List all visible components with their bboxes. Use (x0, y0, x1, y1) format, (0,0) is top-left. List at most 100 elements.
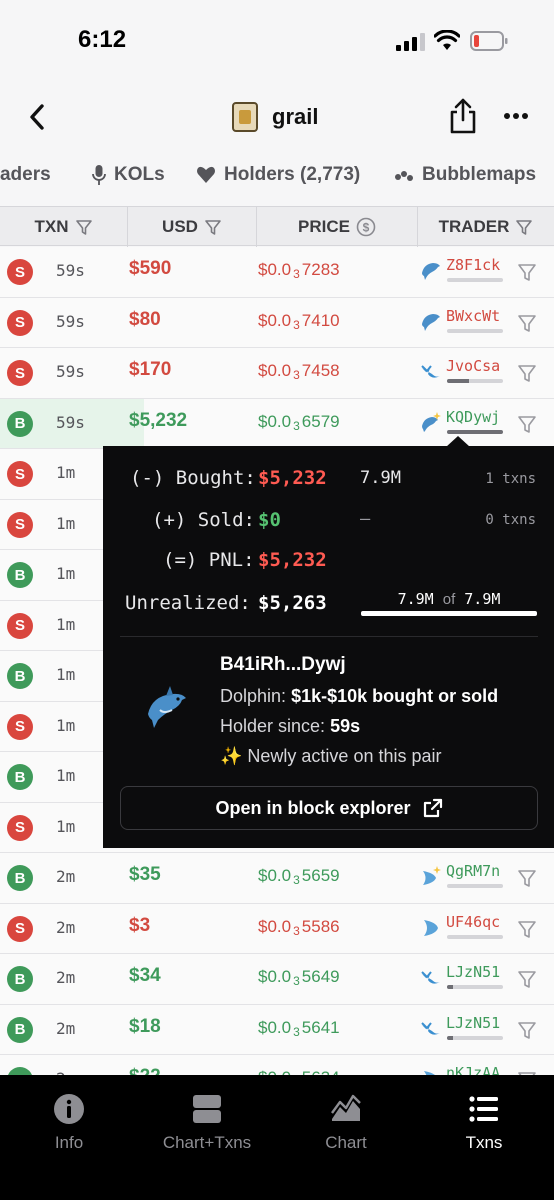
more-options-button[interactable] (500, 106, 532, 126)
filter-icon[interactable] (204, 218, 222, 236)
filter-icon[interactable] (516, 413, 538, 435)
age: 2m (56, 968, 76, 987)
usd-value: $3 (129, 914, 151, 936)
trader-id[interactable]: nKJzAA (446, 1064, 500, 1075)
price-digits: 5641 (301, 1017, 340, 1037)
pnl-label: (=) PNL: (163, 549, 255, 571)
table-row[interactable]: S 2m $3 $0.0 3 5586 UF46qc (0, 903, 554, 954)
table-row[interactable]: S 59s $80 $0.0 3 7410 BWxcWt (0, 297, 554, 348)
age: 1m (56, 715, 76, 735)
column-label: TXN (34, 217, 69, 236)
dolphin-icon (422, 313, 440, 331)
table-row[interactable]: B2m$22$0.035634nKJzAA (0, 1055, 554, 1075)
table-row[interactable]: S 59s $590 $0.0 3 7283 Z8F1ck (0, 247, 554, 298)
nav-txns[interactable]: Txns (415, 1093, 553, 1153)
holding-bar (447, 985, 503, 989)
price-prefix: $0.0 (258, 1017, 292, 1037)
tab-bubblemaps[interactable]: Bubblemaps (394, 164, 536, 186)
table-row[interactable]: B 2m $35 $0.0 3 5659 QgRM7n (0, 853, 554, 904)
filter-icon[interactable] (516, 918, 538, 940)
trader-id[interactable]: LJzN51 (446, 963, 500, 981)
column-usd[interactable]: USD (128, 207, 257, 247)
price-zero-count: 3 (293, 873, 300, 887)
filter-icon[interactable] (516, 1019, 538, 1041)
currency-toggle-icon[interactable]: $ (356, 217, 376, 237)
side-badge: S (7, 461, 33, 487)
bought-usd: $5,232 (258, 467, 327, 489)
side-badge: S (7, 713, 33, 740)
age: 59s (56, 311, 85, 331)
nav-chart-txns[interactable]: Chart+Txns (138, 1093, 276, 1153)
svg-text:$: $ (363, 221, 370, 235)
trader-id[interactable]: BWxcWt (446, 307, 500, 325)
bought-amount: 7.9M (360, 468, 401, 488)
tab-kols[interactable]: KOLs (92, 164, 165, 186)
share-button[interactable] (446, 96, 480, 136)
trader-address: B41iRh...Dywj (220, 654, 346, 675)
filter-icon[interactable] (516, 261, 538, 283)
trader-id[interactable]: KQDywj (446, 408, 500, 426)
holding-bar (447, 379, 503, 383)
usd-value: $80 (129, 308, 161, 330)
share-icon (450, 98, 476, 134)
age: 59s (56, 412, 85, 432)
trader-id[interactable]: JvoCsa (446, 357, 500, 375)
bought-txns: 1 txns (485, 471, 536, 487)
newly-active-note: ✨ Newly active on this pair (220, 746, 442, 766)
status-time: 6:12 (78, 26, 127, 53)
price-value: $0.035634 (258, 1068, 340, 1075)
column-label: USD (162, 217, 198, 236)
table-row[interactable]: B 2m $34 $0.0 3 5649 LJzN51 (0, 954, 554, 1005)
column-trader[interactable]: TRADER (418, 207, 554, 247)
filter-icon[interactable] (516, 867, 538, 889)
back-button[interactable] (22, 100, 52, 134)
nav-chart[interactable]: Chart (277, 1093, 415, 1153)
filter-icon[interactable] (516, 968, 538, 990)
tab-holders[interactable]: Holders (2,773) (196, 164, 360, 186)
chart-icon (331, 1094, 361, 1121)
column-price[interactable]: PRICE $ (257, 207, 418, 247)
trader-id[interactable]: UF46qc (446, 913, 500, 931)
column-txn[interactable]: TXN (0, 207, 128, 247)
filter-icon[interactable] (516, 312, 538, 334)
nav-label: Txns (465, 1133, 503, 1152)
sold-label: (+) Sold: (152, 509, 255, 531)
bottom-navigation: Info Chart+Txns Chart Txns (0, 1075, 554, 1200)
microphone-icon (92, 165, 106, 185)
age: 1m (56, 665, 76, 684)
price-zero-count: 3 (293, 923, 300, 938)
usd-value: $22 (129, 1066, 161, 1075)
filter-icon[interactable] (75, 218, 93, 236)
age: 1m (56, 463, 76, 482)
holding-total: 7.9M (464, 590, 501, 608)
nav-label: Chart+Txns (162, 1133, 252, 1152)
price-digits: 5586 (301, 916, 340, 936)
tab-traders[interactable]: Traders (0, 164, 51, 186)
nav-info[interactable]: Info (0, 1093, 138, 1153)
trader-id[interactable]: QgRM7n (446, 862, 500, 880)
open-block-explorer-button[interactable]: Open in block explorer (120, 786, 538, 830)
whale-icon (421, 1021, 440, 1035)
token-logo (232, 102, 258, 132)
side-badge: B (7, 410, 33, 437)
price-value: $0.0 3 5659 (258, 866, 340, 887)
table-row[interactable]: B 59s $5,232 $0.0 3 6579 KQDywj (0, 398, 554, 449)
sold-amount: — (360, 509, 371, 529)
trader-id[interactable]: LJzN51 (446, 1014, 500, 1032)
filter-icon[interactable] (515, 218, 533, 236)
sold-usd: $0 (258, 509, 281, 531)
usd-value: $34 (129, 965, 161, 986)
dolphin-icon (148, 686, 186, 728)
wifi-icon (434, 30, 460, 50)
table-row[interactable]: B 2m $18 $0.0 3 5641 LJzN51 (0, 1004, 554, 1055)
table-row[interactable]: S 59s $170 $0.0 3 7458 JvoCsa (0, 348, 554, 399)
bubblemaps-icon (395, 171, 413, 181)
age: 1m (56, 614, 76, 634)
tier-value: $1k-$10k bought or sold (291, 686, 499, 706)
filter-icon[interactable] (516, 362, 538, 384)
age: 1m (56, 816, 76, 836)
price-digits: 7283 (301, 260, 340, 279)
holder-since: Holder since: 59s (220, 716, 360, 737)
column-label: PRICE (298, 217, 350, 236)
trader-id[interactable]: Z8F1ck (446, 256, 500, 274)
